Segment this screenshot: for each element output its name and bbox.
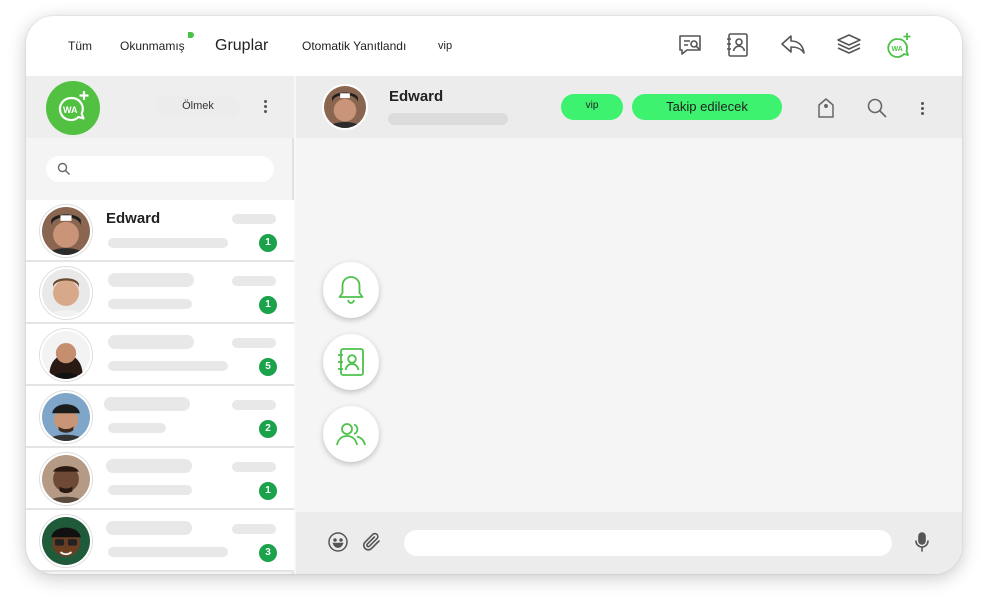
tab-unread[interactable]: Okunmamış (120, 16, 185, 76)
group-icon[interactable] (323, 406, 379, 462)
follow-up-tag[interactable]: Takip edilecek (632, 94, 782, 120)
tab-groups[interactable]: Gruplar (215, 16, 268, 76)
chat-item[interactable]: 1 (26, 262, 294, 324)
timestamp-placeholder (232, 400, 276, 410)
top-bar: Tüm Okunmamış Gruplar Otomatik Yanıtland… (26, 16, 962, 76)
message-preview-placeholder (108, 485, 192, 495)
unread-indicator (188, 32, 194, 38)
tag-icon[interactable] (814, 96, 838, 120)
status-selector[interactable]: Ölmek (156, 96, 240, 116)
microphone-icon[interactable] (910, 530, 936, 556)
avatar (40, 391, 92, 443)
contact-name: Edward (389, 88, 444, 105)
contact-avatar[interactable] (322, 84, 368, 130)
avatar (40, 515, 92, 567)
chat-item[interactable]: 5 (26, 324, 294, 386)
timestamp-placeholder (232, 462, 276, 472)
tab-all[interactable]: Tüm (68, 16, 92, 76)
conversation-pane: Edward vip Takip edilecek (296, 76, 962, 574)
search-icon[interactable] (865, 96, 889, 120)
chat-name: Edward (106, 210, 161, 227)
message-composer (296, 512, 962, 574)
unread-badge: 1 (259, 482, 277, 500)
chat-item[interactable]: 2 (26, 386, 294, 448)
message-preview-placeholder (108, 361, 228, 371)
chat-item-edward[interactable]: Edward 1 (26, 200, 294, 262)
message-input[interactable] (404, 530, 892, 556)
message-preview-placeholder (108, 547, 228, 557)
contact-name-placeholder (108, 273, 194, 287)
contact-status-placeholder (388, 113, 508, 125)
avatar (40, 329, 92, 381)
sidebar-menu-icon[interactable] (255, 96, 275, 116)
contact-book-icon[interactable] (323, 334, 379, 390)
contact-name-placeholder (106, 521, 192, 535)
vip-tag[interactable]: vip (561, 94, 623, 120)
contact-name-placeholder (108, 335, 194, 349)
unread-badge: 5 (259, 358, 277, 376)
more-icon[interactable] (912, 98, 932, 118)
emoji-icon[interactable] (326, 530, 352, 556)
conversation-header: Edward vip Takip edilecek (296, 76, 962, 138)
attachment-icon[interactable] (360, 530, 386, 556)
reply-icon[interactable] (778, 30, 808, 60)
search-input[interactable] (80, 159, 260, 179)
contact-book-icon[interactable] (723, 30, 753, 60)
svg-text:WA: WA (892, 46, 903, 53)
wa-logo[interactable]: WA (46, 81, 100, 135)
message-preview-placeholder (108, 238, 228, 248)
timestamp-placeholder (232, 524, 276, 534)
unread-badge: 3 (259, 544, 277, 562)
search-icon (57, 162, 70, 175)
chat-list: Edward 1 1 5 2 1 3 (26, 200, 294, 572)
sidebar: WA Ölmek Edward 1 1 5 2 1 3 (26, 76, 294, 574)
bell-icon[interactable] (323, 262, 379, 318)
chat-search (46, 156, 274, 182)
chat-item[interactable]: 1 (26, 448, 294, 510)
chat-item[interactable]: 3 (26, 510, 294, 572)
avatar (40, 453, 92, 505)
unread-badge: 1 (259, 296, 277, 314)
tab-vip[interactable]: vip (438, 16, 452, 76)
unread-badge: 1 (259, 234, 277, 252)
tab-auto-replied[interactable]: Otomatik Yanıtlandı (302, 16, 406, 76)
message-preview-placeholder (108, 423, 166, 433)
timestamp-placeholder (232, 338, 276, 348)
timestamp-placeholder (232, 214, 276, 224)
svg-text:WA: WA (63, 105, 78, 115)
avatar (40, 267, 92, 319)
avatar (40, 205, 92, 257)
message-search-icon[interactable] (676, 30, 706, 60)
message-preview-placeholder (108, 299, 192, 309)
unread-badge: 2 (259, 420, 277, 438)
timestamp-placeholder (232, 276, 276, 286)
app-window: Tüm Okunmamış Gruplar Otomatik Yanıtland… (26, 16, 962, 574)
wa-add-icon[interactable]: WA (884, 30, 914, 60)
contact-name-placeholder (104, 397, 190, 411)
layers-icon[interactable] (834, 30, 864, 60)
sidebar-header: WA Ölmek (26, 76, 294, 138)
contact-name-placeholder (106, 459, 192, 473)
